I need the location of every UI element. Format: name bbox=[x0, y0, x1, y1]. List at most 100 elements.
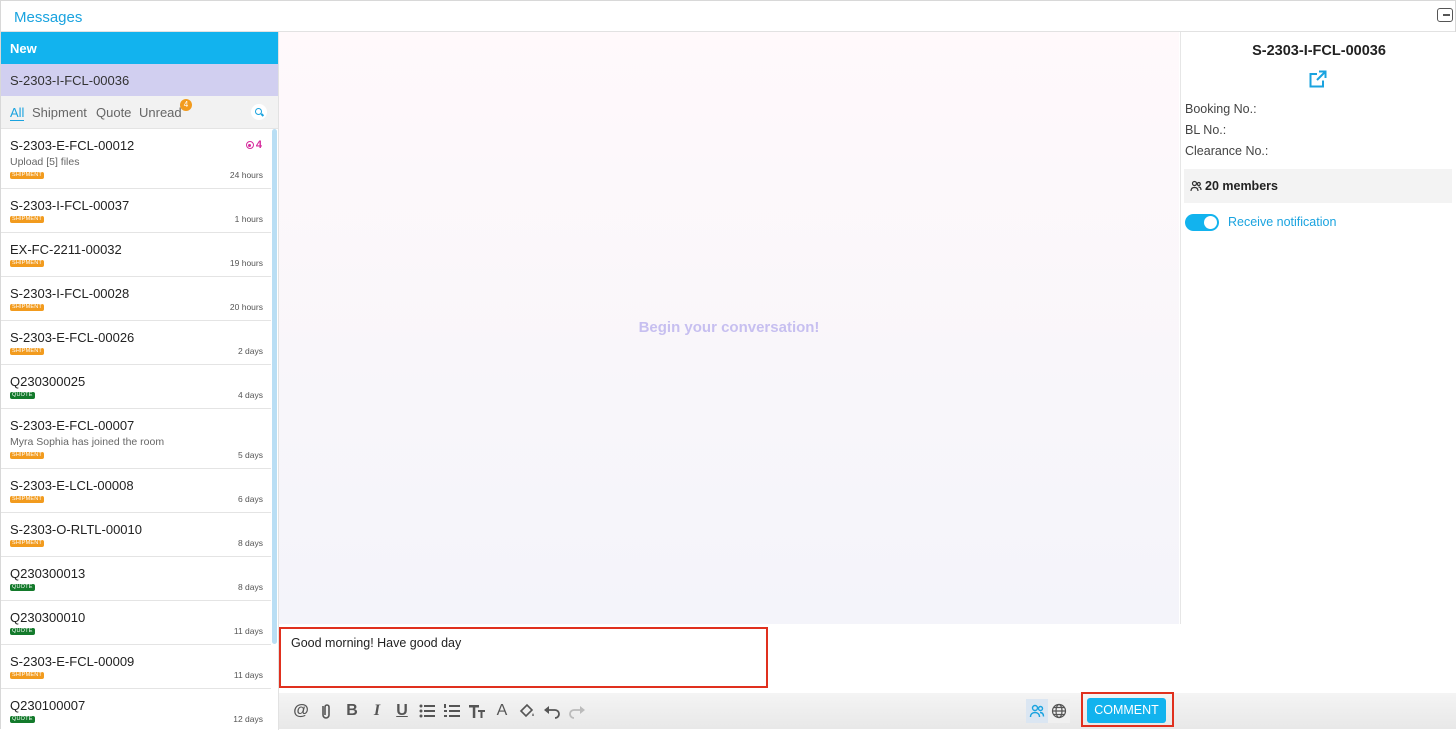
room-name: Q230300025 bbox=[10, 374, 86, 389]
room-name: S-2303-O-RLTL-00010 bbox=[10, 522, 142, 537]
notification-label: Receive notification bbox=[1228, 215, 1337, 229]
room-type-tag: QUOTE bbox=[10, 716, 35, 723]
room-type-tag: SHIPMENT bbox=[10, 540, 45, 547]
members-row[interactable]: 20 members bbox=[1184, 169, 1452, 203]
bold-icon[interactable]: B bbox=[342, 701, 362, 721]
members-icon bbox=[1190, 180, 1202, 195]
room-name: S-2303-I-FCL-00028 bbox=[10, 286, 130, 301]
current-room[interactable]: S-2303-I-FCL-00036 bbox=[1, 64, 278, 96]
font-size-icon[interactable] bbox=[467, 701, 487, 721]
current-room-label: S-2303-I-FCL-00036 bbox=[10, 73, 130, 88]
list-item[interactable]: Q230100007 QUOTE 12 days bbox=[1, 689, 271, 730]
room-list: S-2303-E-FCL-00012 Upload [5] files SHIPME… bbox=[1, 129, 278, 730]
message-input-text: Good morning! Have good day bbox=[291, 636, 462, 650]
notification-toggle[interactable] bbox=[1185, 214, 1219, 231]
room-time: 2 days bbox=[237, 346, 263, 356]
room-type-tag: QUOTE bbox=[10, 628, 35, 635]
room-type-tag: QUOTE bbox=[10, 584, 35, 591]
room-time: 8 days bbox=[237, 538, 263, 548]
conversation-area: Begin your conversation! bbox=[279, 32, 1179, 624]
room-name: Q230300013 bbox=[10, 566, 86, 581]
room-list-panel: New S-2303-I-FCL-00036 All Shipment Quot… bbox=[1, 32, 279, 730]
filter-shipment[interactable]: Shipment bbox=[32, 105, 87, 120]
comment-button[interactable]: COMMENT bbox=[1087, 698, 1166, 723]
room-time: 11 days bbox=[233, 670, 263, 680]
mention-icon[interactable]: @ bbox=[291, 701, 311, 721]
room-title: S-2303-I-FCL-00036 bbox=[1252, 43, 1386, 59]
room-type-tag: SHIPMENT bbox=[10, 452, 45, 459]
room-time: 8 days bbox=[237, 582, 263, 592]
room-type-tag: SHIPMENT bbox=[10, 172, 45, 179]
room-name: Q230300010 bbox=[10, 610, 86, 625]
room-name: S-2303-E-FCL-00009 bbox=[10, 654, 135, 669]
room-name: S-2303-I-FCL-00037 bbox=[10, 198, 130, 213]
room-time: 20 hours bbox=[229, 302, 263, 312]
italic-icon[interactable]: I bbox=[367, 701, 387, 721]
people-icon[interactable] bbox=[1026, 699, 1048, 723]
unread-indicator: 4 bbox=[245, 139, 262, 151]
list-item[interactable]: S-2303-I-FCL-00028 SHIPMENT 20 hours bbox=[1, 277, 271, 321]
new-room-label: New bbox=[10, 41, 37, 56]
room-time: 1 hours bbox=[234, 214, 263, 224]
room-type-tag: SHIPMENT bbox=[10, 496, 45, 503]
room-type-tag: SHIPMENT bbox=[10, 304, 45, 311]
filter-unread[interactable]: Unread bbox=[139, 105, 182, 120]
message-input[interactable]: Good morning! Have good day bbox=[279, 627, 768, 688]
room-type-tag: QUOTE bbox=[10, 392, 35, 399]
unread-dot-icon bbox=[245, 141, 254, 150]
room-name: S-2303-E-FCL-00026 bbox=[10, 330, 135, 345]
fill-color-icon[interactable] bbox=[517, 701, 537, 721]
collapse-icon[interactable] bbox=[1437, 8, 1453, 22]
text-color-icon[interactable]: A bbox=[492, 701, 512, 721]
underline-icon[interactable]: U bbox=[392, 701, 412, 721]
room-filters: All Shipment Quote Unread 4 bbox=[1, 96, 278, 129]
list-item[interactable]: S-2303-O-RLTL-00010 SHIPMENT 8 days bbox=[1, 513, 271, 557]
list-item[interactable]: S-2303-E-FCL-00007 Myra Sophia has joined… bbox=[1, 409, 271, 469]
filter-all[interactable]: All bbox=[10, 105, 25, 121]
numbered-list-icon[interactable] bbox=[442, 701, 462, 721]
editor-toolbar: @ B I U A bbox=[279, 693, 1456, 729]
undo-icon[interactable] bbox=[542, 701, 562, 721]
top-bar: Messages bbox=[1, 1, 1455, 32]
list-item[interactable]: S-2303-E-FCL-00009 SHIPMENT 11 days bbox=[1, 645, 271, 689]
external-link-icon[interactable] bbox=[1309, 70, 1327, 88]
unread-count: 4 bbox=[255, 139, 262, 151]
list-item[interactable]: Q230300013 QUOTE 8 days bbox=[1, 557, 271, 601]
new-room-button[interactable]: New bbox=[1, 32, 278, 64]
room-last-message: Myra Sophia has joined the room bbox=[10, 436, 165, 448]
room-type-tag: SHIPMENT bbox=[10, 348, 45, 355]
empty-conversation-placeholder: Begin your conversation! bbox=[638, 319, 820, 336]
list-item[interactable]: S-2303-E-FCL-00026 SHIPMENT 2 days bbox=[1, 321, 271, 365]
bl-no-label: BL No.: bbox=[1185, 123, 1227, 137]
room-time: 12 days bbox=[233, 714, 263, 724]
list-item[interactable]: Q230300010 QUOTE 11 days bbox=[1, 601, 271, 645]
room-type-tag: SHIPMENT bbox=[10, 672, 45, 679]
list-item[interactable]: S-2303-I-FCL-00037 SHIPMENT 1 hours bbox=[1, 189, 271, 233]
room-time: 4 days bbox=[237, 390, 263, 400]
room-name: S-2303-E-FCL-00007 bbox=[10, 418, 135, 433]
room-time: 24 hours bbox=[229, 170, 263, 180]
unread-count-badge: 4 bbox=[180, 99, 192, 111]
clearance-no-label: Clearance No.: bbox=[1185, 144, 1269, 158]
search-icon[interactable] bbox=[251, 104, 267, 120]
visibility-toggle bbox=[1026, 699, 1070, 723]
list-item[interactable]: S-2303-E-LCL-00008 SHIPMENT 6 days bbox=[1, 469, 271, 513]
filter-quote[interactable]: Quote bbox=[96, 105, 131, 120]
list-item[interactable]: EX-FC-2211-00032 SHIPMENT 19 hours bbox=[1, 233, 271, 277]
room-type-tag: SHIPMENT bbox=[10, 260, 45, 267]
list-item[interactable]: Q230300025 QUOTE 4 days bbox=[1, 365, 271, 409]
room-time: 11 days bbox=[233, 626, 263, 636]
attach-icon[interactable] bbox=[316, 701, 336, 721]
booking-no-label: Booking No.: bbox=[1185, 102, 1257, 116]
bullet-list-icon[interactable] bbox=[417, 701, 437, 721]
room-time: 19 hours bbox=[229, 258, 263, 268]
room-name: S-2303-E-LCL-00008 bbox=[10, 478, 134, 493]
room-time: 5 days bbox=[237, 450, 263, 460]
list-item[interactable]: S-2303-E-FCL-00012 Upload [5] files SHIPME… bbox=[1, 129, 271, 189]
redo-icon[interactable] bbox=[567, 701, 587, 721]
room-name: S-2303-E-FCL-00012 bbox=[10, 138, 135, 153]
room-name: Q230100007 bbox=[10, 698, 86, 713]
page-title: Messages bbox=[14, 9, 83, 26]
globe-icon[interactable] bbox=[1048, 699, 1070, 723]
room-last-message: Upload [5] files bbox=[10, 156, 80, 168]
